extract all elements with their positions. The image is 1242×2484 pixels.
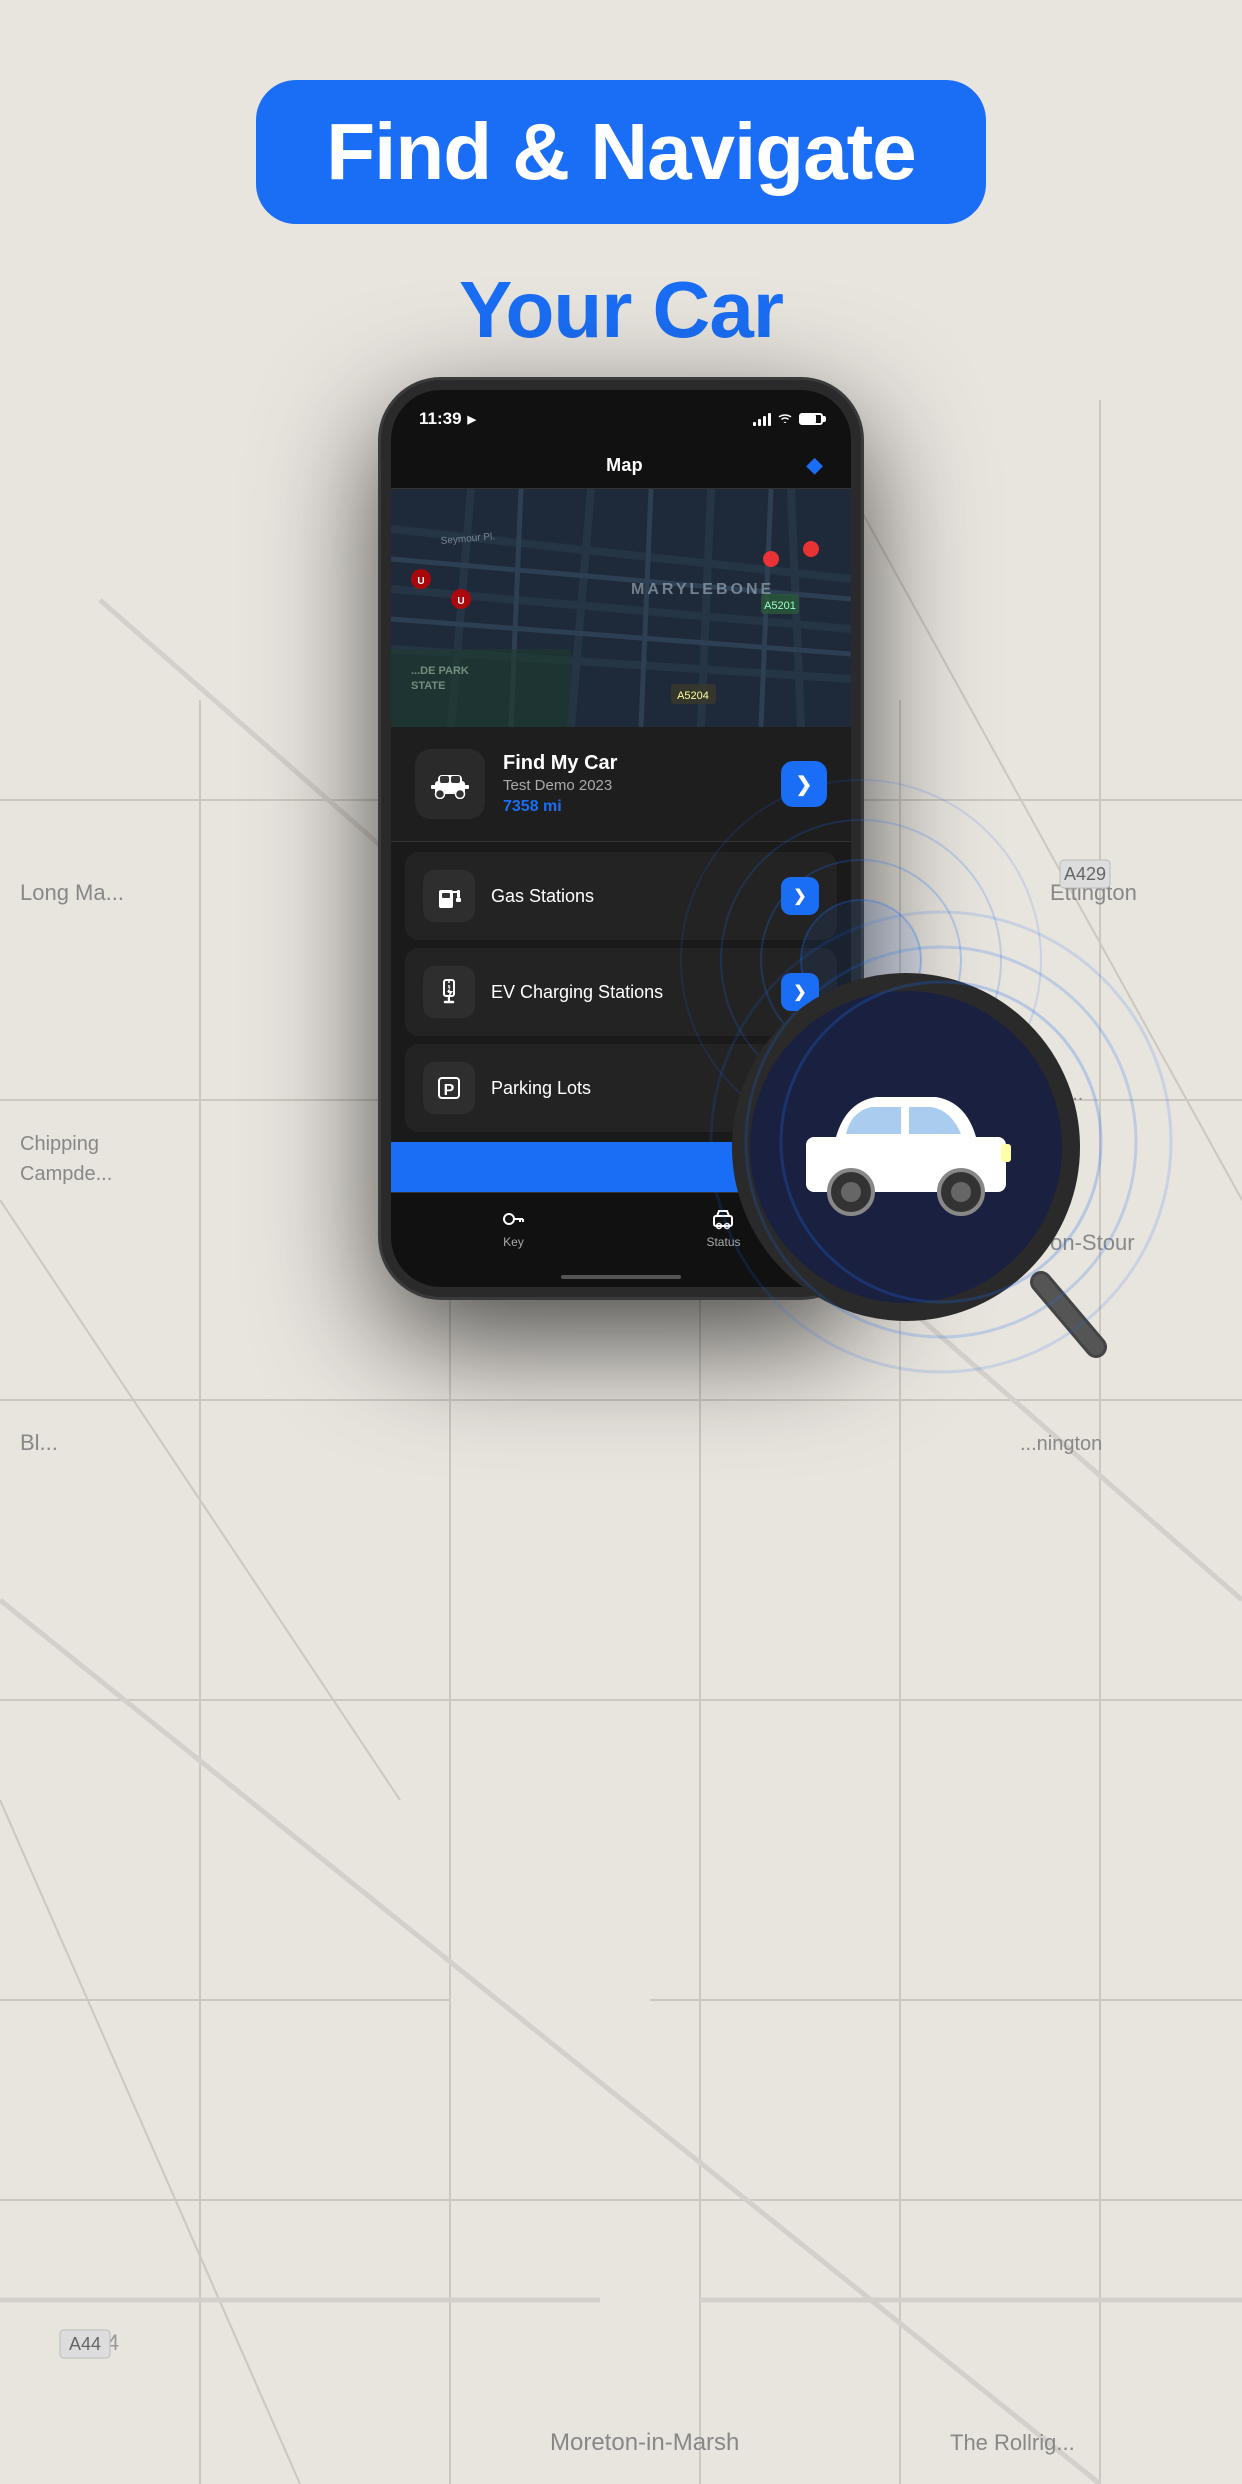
- phone-mockup: 11:39 ▶: [381, 380, 861, 1297]
- svg-text:U: U: [417, 576, 424, 587]
- magnifier-ripples: [691, 892, 1191, 1392]
- svg-text:STATE: STATE: [411, 680, 445, 692]
- phone-map: Seymour Pl. MARYLEBONE ...DE PARK STATE …: [391, 489, 851, 727]
- phone-notch: [556, 390, 686, 418]
- header-badge: Find & Navigate: [256, 80, 986, 224]
- wifi-icon: [777, 411, 793, 427]
- header-title: Find & Navigate: [326, 108, 916, 196]
- svg-text:P: P: [444, 1082, 455, 1099]
- svg-text:The Rollrig...: The Rollrig...: [950, 2430, 1075, 2455]
- nav-bar: Map ◆: [391, 442, 851, 489]
- location-arrow-icon: ▶: [468, 413, 476, 426]
- svg-text:Bl...: Bl...: [20, 1430, 58, 1455]
- svg-text:...DE PARK: ...DE PARK: [411, 665, 469, 677]
- svg-text:Campde...: Campde...: [20, 1163, 112, 1185]
- svg-text:Long Ma...: Long Ma...: [20, 880, 124, 905]
- nav-key-item[interactable]: Key: [501, 1207, 525, 1249]
- header-subtitle: Your Car: [0, 264, 1242, 356]
- key-icon: [501, 1207, 525, 1231]
- car-icon-box: [415, 749, 485, 819]
- gas-station-icon-box: [423, 870, 475, 922]
- ev-charging-icon: [435, 978, 463, 1006]
- status-icons: [753, 411, 823, 427]
- signal-icon: [753, 412, 771, 426]
- svg-text:U: U: [457, 596, 464, 607]
- magnifier-overlay: [731, 972, 1111, 1397]
- diamond-icon: ◆: [806, 452, 823, 478]
- key-label: Key: [503, 1235, 524, 1249]
- header: Find & Navigate Your Car: [0, 80, 1242, 356]
- home-bar: [561, 1275, 681, 1279]
- svg-text:...nington: ...nington: [1020, 1433, 1102, 1455]
- svg-text:A44: A44: [69, 2334, 101, 2354]
- svg-text:A5201: A5201: [764, 600, 796, 612]
- status-time: 11:39 ▶: [419, 409, 476, 429]
- time-display: 11:39: [419, 409, 462, 429]
- svg-text:A429: A429: [1064, 864, 1106, 884]
- ev-charging-icon-box: [423, 966, 475, 1018]
- svg-text:A5204: A5204: [677, 690, 709, 702]
- parking-icon: P: [435, 1074, 463, 1102]
- battery-icon: [799, 413, 823, 425]
- car-icon: [429, 769, 471, 799]
- nav-title: Map: [606, 455, 643, 476]
- svg-text:Moreton-in-Marsh: Moreton-in-Marsh: [550, 2429, 739, 2456]
- phone-map-content: Seymour Pl. MARYLEBONE ...DE PARK STATE …: [391, 489, 851, 727]
- svg-text:MARYLEBONE: MARYLEBONE: [631, 581, 774, 598]
- parking-icon-box: P: [423, 1062, 475, 1114]
- gas-pump-icon: [435, 882, 463, 910]
- svg-text:Chipping: Chipping: [20, 1133, 99, 1155]
